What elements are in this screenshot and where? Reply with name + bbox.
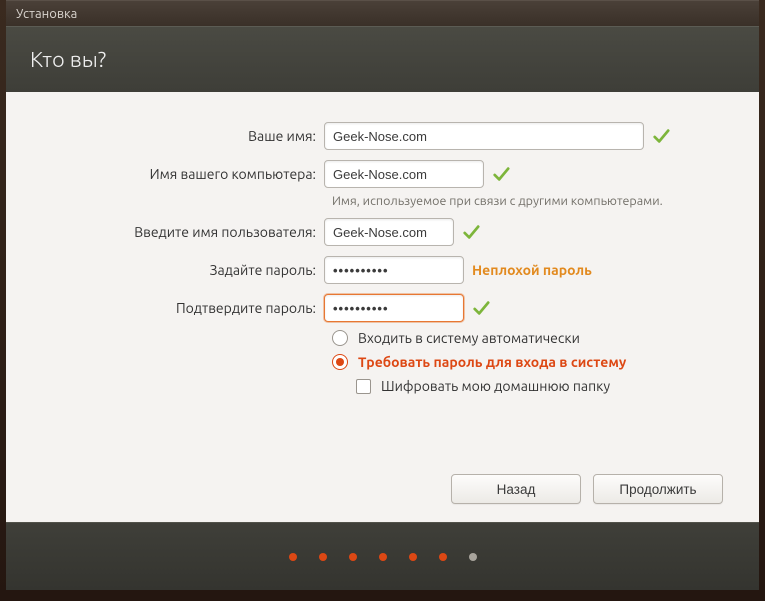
radio-auto-login[interactable]: Входить в систему автоматически bbox=[332, 330, 723, 346]
label-confirm: Подтвердите пароль: bbox=[42, 300, 324, 316]
step-header: Кто вы? bbox=[6, 26, 759, 92]
encrypt-home-label: Шифровать мою домашнюю папку bbox=[381, 378, 610, 394]
name-input[interactable] bbox=[324, 122, 644, 150]
check-icon bbox=[652, 127, 670, 145]
radio-icon bbox=[332, 354, 348, 370]
form-panel: Ваше имя: Имя вашего компьютера: Имя, ис… bbox=[6, 92, 759, 522]
progress-dot bbox=[319, 553, 327, 561]
checkbox-icon bbox=[356, 379, 371, 394]
row-name: Ваше имя: bbox=[42, 120, 723, 152]
password-input[interactable] bbox=[324, 256, 464, 284]
titlebar: Установка bbox=[6, 0, 759, 26]
progress-dot bbox=[409, 553, 417, 561]
progress-dot bbox=[349, 553, 357, 561]
back-button[interactable]: Назад bbox=[451, 474, 581, 504]
hostname-hint: Имя, используемое при связи с другими ко… bbox=[332, 194, 723, 208]
row-username: Введите имя пользователя: bbox=[42, 216, 723, 248]
progress-dot bbox=[379, 553, 387, 561]
label-password: Задайте пароль: bbox=[42, 262, 324, 278]
progress-footer bbox=[6, 522, 759, 590]
login-mode-group: Входить в систему автоматически Требоват… bbox=[332, 330, 723, 394]
row-hostname: Имя вашего компьютера: bbox=[42, 158, 723, 190]
progress-dot bbox=[289, 553, 297, 561]
encrypt-home-row[interactable]: Шифровать мою домашнюю папку bbox=[356, 378, 723, 394]
step-title: Кто вы? bbox=[30, 47, 106, 72]
window-title: Установка bbox=[16, 7, 77, 21]
username-input[interactable] bbox=[324, 218, 454, 246]
row-password: Задайте пароль: Неплохой пароль bbox=[42, 254, 723, 286]
radio-require-label: Требовать пароль для входа в систему bbox=[358, 354, 626, 370]
check-icon bbox=[462, 223, 480, 241]
check-icon bbox=[492, 165, 510, 183]
label-name: Ваше имя: bbox=[42, 128, 324, 144]
continue-button[interactable]: Продолжить bbox=[593, 474, 723, 504]
progress-dot bbox=[439, 553, 447, 561]
check-icon bbox=[472, 299, 490, 317]
progress-dot bbox=[469, 553, 477, 561]
button-bar: Назад Продолжить bbox=[451, 474, 723, 504]
radio-auto-label: Входить в систему автоматически bbox=[358, 330, 580, 346]
radio-icon bbox=[332, 330, 348, 346]
password-strength: Неплохой пароль bbox=[472, 262, 592, 278]
progress-dots bbox=[289, 553, 477, 561]
label-hostname: Имя вашего компьютера: bbox=[42, 166, 324, 182]
hostname-input[interactable] bbox=[324, 160, 484, 188]
label-username: Введите имя пользователя: bbox=[42, 224, 324, 240]
radio-require-password[interactable]: Требовать пароль для входа в систему bbox=[332, 354, 723, 370]
confirm-password-input[interactable] bbox=[324, 294, 464, 322]
row-confirm: Подтвердите пароль: bbox=[42, 292, 723, 324]
installer-window: Установка Кто вы? Ваше имя: Имя вашего к… bbox=[0, 0, 765, 601]
